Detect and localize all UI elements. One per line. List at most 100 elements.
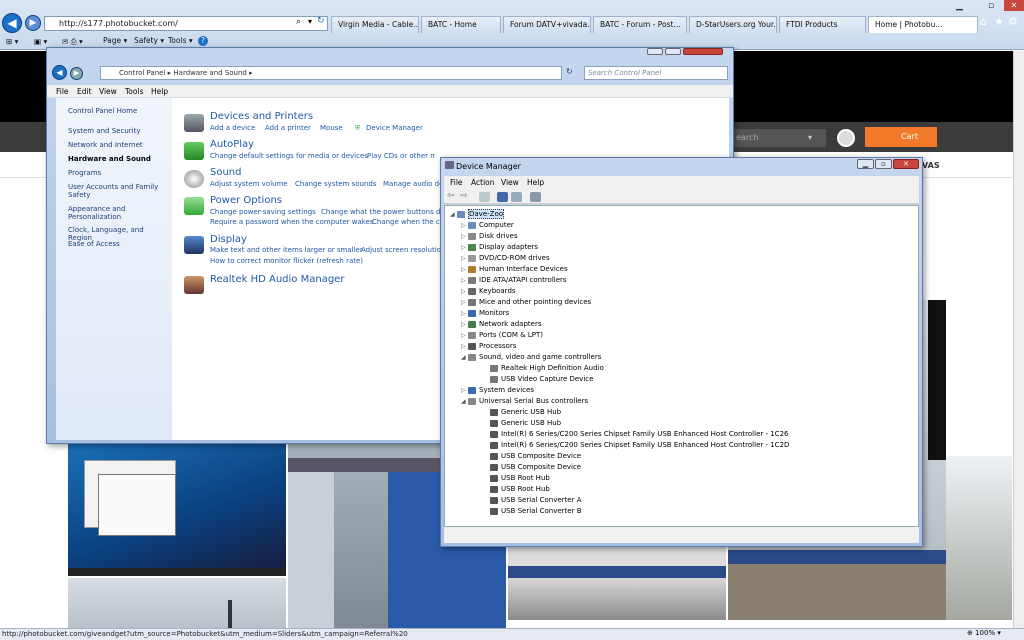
browser-tab[interactable]: Virgin Media - Cable... <box>331 16 419 33</box>
tree-node[interactable]: ▷ IDE ATA/ATAPI controllers <box>461 275 567 286</box>
tree-node[interactable]: Intel(R) 6 Series/C200 Series Chipset Fa… <box>483 440 789 451</box>
tree-node[interactable]: Generic USB Hub <box>483 407 561 418</box>
favorites-icon[interactable]: ★ <box>994 15 1004 28</box>
browser-tab[interactable]: BATC - Forum - Post... <box>593 16 687 33</box>
collapsed-icon[interactable]: ▷ <box>461 308 468 319</box>
menu-help[interactable]: Help <box>527 178 544 187</box>
collapsed-icon[interactable]: ▷ <box>461 220 468 231</box>
autoplay-default-link[interactable]: Change default settings for media or dev… <box>210 152 368 160</box>
breadcrumb[interactable]: Control Panel ▸ Hardware and Sound ▸ <box>100 66 562 80</box>
sidebar-item[interactable]: Ease of Access <box>68 240 168 248</box>
menu-help[interactable]: Help <box>151 87 168 96</box>
maximize-browser-icon[interactable]: ▫ <box>988 1 994 11</box>
power-buttons-link[interactable]: Change what the power buttons do <box>321 208 445 216</box>
minimize-button[interactable]: ▁ <box>857 159 874 169</box>
safety-menu[interactable]: Safety ▾ <box>134 36 164 45</box>
address-bar[interactable]: http://s177.photobucket.com/ <box>44 16 328 31</box>
mail-icon[interactable]: ✉ ⎙ ▾ <box>62 37 83 47</box>
tree-node[interactable]: ▷ Keyboards <box>461 286 516 297</box>
sound-link[interactable]: Sound <box>210 167 242 178</box>
collapsed-icon[interactable]: ▷ <box>461 297 468 308</box>
tree-node[interactable]: USB Composite Device <box>483 462 581 473</box>
collapsed-icon[interactable]: ▷ <box>461 341 468 352</box>
refresh-icon[interactable]: ↻ <box>317 16 325 26</box>
collapsed-icon[interactable]: ▷ <box>461 242 468 253</box>
sidebar-item[interactable]: Hardware and Sound <box>68 155 168 163</box>
add-device-link[interactable]: Add a device <box>210 124 255 132</box>
autoplay-cds-link[interactable]: Play CDs or other media automatically <box>367 152 435 160</box>
collapsed-icon[interactable]: ▷ <box>461 319 468 330</box>
manage-audio-link[interactable]: Manage audio de <box>383 180 443 188</box>
back-button[interactable]: ◀ <box>2 13 22 33</box>
tree-node[interactable]: ▷ Computer <box>461 220 514 231</box>
gear-icon[interactable]: ⚙ <box>1008 15 1018 28</box>
sidebar-item[interactable]: User Accounts and Family Safety <box>68 183 168 199</box>
add-favorites-icon[interactable]: ⊞ ▾ <box>6 37 18 46</box>
devices-and-printers-link[interactable]: Devices and Printers <box>210 111 313 122</box>
zoom-control[interactable]: ⊕ 100% ▾ <box>967 629 1001 637</box>
tree-node[interactable]: ◢ Sound, video and game controllers <box>461 352 601 363</box>
menu-view[interactable]: View <box>99 87 117 96</box>
tree-node[interactable]: Intel(R) 6 Series/C200 Series Chipset Fa… <box>483 429 788 440</box>
tree-node[interactable]: ▷ Processors <box>461 341 516 352</box>
collapsed-icon[interactable]: ▷ <box>461 275 468 286</box>
menu-action[interactable]: Action <box>471 178 495 187</box>
tree-node[interactable]: ▷ Network adapters <box>461 319 542 330</box>
power-options-link[interactable]: Power Options <box>210 195 282 206</box>
tree-node[interactable]: USB Video Capture Device <box>483 374 593 385</box>
tree-node[interactable]: ▷ Display adapters <box>461 242 538 253</box>
help-icon[interactable]: ? <box>198 36 208 46</box>
search-control-panel-input[interactable]: Search Control Panel <box>584 66 728 80</box>
sidebar-item[interactable]: Programs <box>68 169 168 177</box>
subnav-fragment[interactable]: VAS <box>922 161 940 170</box>
tree-node[interactable]: USB Root Hub <box>483 473 550 484</box>
cp-forward-button[interactable]: ▶ <box>70 67 83 80</box>
tree-node[interactable]: ◢ Universal Serial Bus controllers <box>461 396 588 407</box>
browser-tab[interactable]: Forum DATV+vivada... <box>503 16 591 33</box>
properties-icon[interactable] <box>479 192 490 202</box>
search-dropdown-icon[interactable]: ▾ <box>808 133 812 142</box>
maximize-button[interactable] <box>665 48 681 55</box>
change-when-link[interactable]: Change when the c <box>372 218 440 226</box>
rss-icon[interactable]: ▣ ▾ <box>34 37 47 46</box>
add-printer-link[interactable]: Add a printer <box>265 124 311 132</box>
menu-view[interactable]: View <box>501 178 519 187</box>
expanded-icon[interactable]: ◢ <box>450 209 457 220</box>
tree-node[interactable]: USB Root Hub <box>483 484 550 495</box>
sidebar-item[interactable]: System and Security <box>68 127 168 135</box>
breadcrumb-item[interactable]: Hardware and Sound <box>173 69 246 77</box>
expanded-icon[interactable]: ◢ <box>461 396 468 407</box>
maximize-button[interactable]: ▫ <box>875 159 892 169</box>
tree-node[interactable]: ▷ DVD/CD-ROM drives <box>461 253 550 264</box>
mouse-link[interactable]: Mouse <box>320 124 343 132</box>
sidebar-item[interactable]: Control Panel Home <box>68 107 168 115</box>
close-button[interactable]: ✕ <box>893 159 919 169</box>
sidebar-item[interactable]: Appearance and Personalization <box>68 205 168 221</box>
tree-node[interactable]: ▷ System devices <box>461 385 534 396</box>
sidebar-item[interactable]: Network and Internet <box>68 141 168 149</box>
refresh-icon[interactable]: ↻ <box>566 67 573 76</box>
page-menu[interactable]: Page ▾ <box>103 36 127 45</box>
tree-node[interactable]: ▷ Disk drives <box>461 231 518 242</box>
browser-tab[interactable]: Home | Photobu... <box>868 16 978 33</box>
tree-root[interactable]: ◢ Dave-Zoo <box>450 209 505 220</box>
tree-node[interactable]: Generic USB Hub <box>483 418 561 429</box>
forward-icon[interactable]: ⇨ <box>460 191 468 201</box>
page-scrollbar[interactable] <box>1013 51 1024 628</box>
expanded-icon[interactable]: ◢ <box>461 352 468 363</box>
screen-resolution-link[interactable]: Adjust screen resolution <box>361 246 445 254</box>
breadcrumb-item[interactable]: Control Panel <box>119 69 165 77</box>
menu-edit[interactable]: Edit <box>77 87 92 96</box>
back-icon[interactable]: ⇦ <box>447 191 455 201</box>
monitor-flicker-link[interactable]: How to correct monitor flicker (refresh … <box>210 257 363 265</box>
cart-button[interactable]: Cart <box>865 127 937 147</box>
cp-back-button[interactable]: ◀ <box>52 65 67 80</box>
photobucket-search-input[interactable]: earch <box>734 129 826 147</box>
tree-node[interactable]: USB Serial Converter A <box>483 495 582 506</box>
collapsed-icon[interactable]: ▷ <box>461 264 468 275</box>
collapsed-icon[interactable]: ▷ <box>461 231 468 242</box>
close-browser-button[interactable]: ✕ <box>1004 0 1024 11</box>
photo-thumbnail[interactable] <box>946 456 1012 620</box>
device-manager-link[interactable]: Device Manager <box>366 124 423 132</box>
minimize-button[interactable] <box>647 48 663 55</box>
